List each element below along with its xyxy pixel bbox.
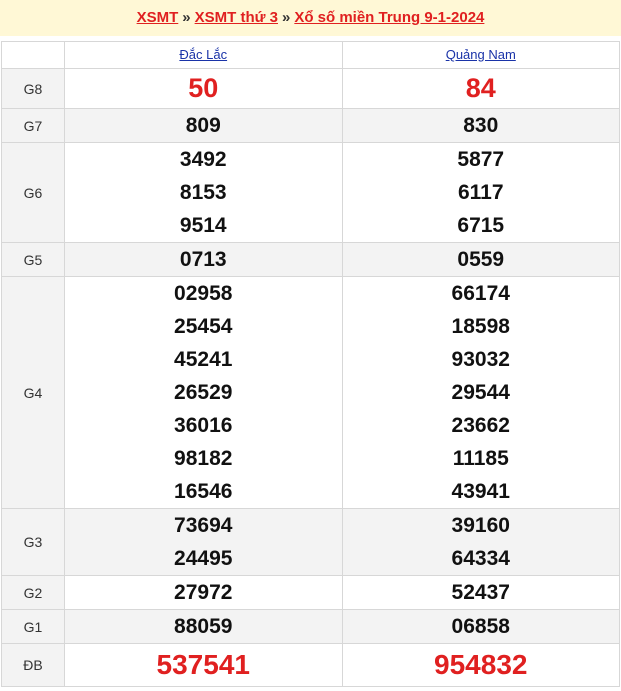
breadcrumb-link-current-draw[interactable]: Xổ số miền Trung 9-1-2024: [294, 9, 484, 26]
table-row: G8 50 84: [1, 68, 620, 109]
prize-number: 02958: [174, 282, 233, 305]
prize-label: G3: [1, 508, 65, 576]
prize-cell: 06858: [341, 609, 620, 644]
results-table: Đắc Lắc Quảng Nam G8 50 84 G7 809 830 G6 3492 81…: [1, 41, 620, 687]
prize-number: 52437: [451, 581, 510, 604]
prize-number: 88059: [174, 615, 233, 638]
prize-number: 537541: [156, 649, 250, 680]
prize-label: G6: [1, 142, 65, 243]
prize-number: 27972: [174, 581, 233, 604]
prize-number: 06858: [451, 615, 510, 638]
prize-number: 6715: [457, 214, 505, 237]
prize-number: 11185: [452, 447, 509, 470]
prize-cell: 809: [64, 108, 343, 143]
prize-number: 954832: [434, 649, 528, 680]
prize-number: 24495: [174, 547, 233, 570]
prize-cell: 3492 8153 9514: [64, 142, 343, 243]
prize-number: 0559: [457, 248, 505, 271]
breadcrumb-separator: »: [281, 9, 291, 26]
prize-number: 809: [185, 114, 221, 137]
header-province-quang-nam: Quảng Nam: [341, 41, 620, 69]
prize-cell: 537541: [64, 643, 343, 687]
table-row: G7 809 830: [1, 108, 620, 143]
table-header-row: Đắc Lắc Quảng Nam: [1, 41, 620, 69]
prize-number: 64334: [451, 547, 510, 570]
prize-number: 9514: [179, 214, 227, 237]
prize-cell: 52437: [341, 575, 620, 610]
prize-cell: 73694 24495: [64, 508, 343, 576]
prize-number: 66174: [451, 282, 510, 305]
breadcrumb-link-xsmt-thu-3[interactable]: XSMT thứ 3: [195, 9, 278, 26]
prize-label: G1: [1, 609, 65, 644]
table-row: G2 27972 52437: [1, 575, 620, 610]
province-link-quang-nam[interactable]: Quảng Nam: [446, 47, 516, 62]
prize-cell: 39160 64334: [341, 508, 620, 576]
prize-number: 50: [188, 73, 219, 103]
prize-number: 23662: [451, 414, 510, 437]
prize-number: 73694: [174, 514, 233, 537]
prize-cell: 50: [64, 68, 343, 109]
prize-number: 36016: [174, 414, 233, 437]
prize-number: 25454: [174, 315, 233, 338]
province-link-dac-lac[interactable]: Đắc Lắc: [179, 47, 227, 62]
prize-number: 830: [463, 114, 499, 137]
breadcrumb-separator: »: [182, 9, 191, 26]
prize-number: 18598: [451, 315, 510, 338]
table-row: G3 73694 24495 39160 64334: [1, 508, 620, 576]
prize-cell: 27972: [64, 575, 343, 610]
prize-cell: 0559: [341, 242, 620, 277]
prize-number: 45241: [174, 348, 233, 371]
table-row: G5 0713 0559: [1, 242, 620, 277]
prize-cell: 0713: [64, 242, 343, 277]
table-row: G4 02958 25454 45241 26529 36016 98182 16546 661…: [1, 276, 620, 509]
results-body: G8 50 84 G7 809 830 G6 3492 8153 9514 5877 6117 6715…: [1, 68, 620, 687]
prize-number: 16546: [174, 480, 233, 503]
prize-number: 98182: [174, 447, 233, 470]
prize-label: G4: [1, 276, 65, 509]
prize-number: 8153: [179, 181, 227, 204]
prize-cell: 84: [341, 68, 620, 109]
header-province-dac-lac: Đắc Lắc: [64, 41, 343, 69]
prize-cell: 830: [341, 108, 620, 143]
prize-cell: 5877 6117 6715: [341, 142, 620, 243]
prize-number: 0713: [179, 248, 227, 271]
prize-cell: 02958 25454 45241 26529 36016 98182 16546: [64, 276, 343, 509]
prize-number: 3492: [179, 148, 227, 171]
prize-number: 26529: [174, 381, 233, 404]
prize-number: 5877: [457, 148, 505, 171]
breadcrumb: XSMT» XSMT thứ 3» Xổ số miền Trung 9-1-202…: [0, 0, 621, 36]
prize-number: 93032: [451, 348, 510, 371]
prize-number: 29544: [451, 381, 510, 404]
prize-number: 39160: [451, 514, 510, 537]
prize-number: 84: [465, 73, 496, 103]
table-row: G1 88059 06858: [1, 609, 620, 644]
prize-label: G8: [1, 68, 65, 109]
prize-cell: 66174 18598 93032 29544 23662 11185 43941: [341, 276, 620, 509]
header-prize-column: [1, 41, 65, 69]
prize-label: G7: [1, 108, 65, 143]
prize-label: G5: [1, 242, 65, 277]
prize-cell: 88059: [64, 609, 343, 644]
prize-label: ĐB: [1, 643, 65, 687]
prize-cell: 954832: [341, 643, 620, 687]
breadcrumb-link-xsmt[interactable]: XSMT: [137, 9, 179, 26]
prize-label: G2: [1, 575, 65, 610]
table-row: ĐB 537541 954832: [1, 643, 620, 687]
prize-number: 43941: [451, 480, 510, 503]
table-row: G6 3492 8153 9514 5877 6117 6715: [1, 142, 620, 243]
prize-number: 6117: [457, 181, 504, 204]
